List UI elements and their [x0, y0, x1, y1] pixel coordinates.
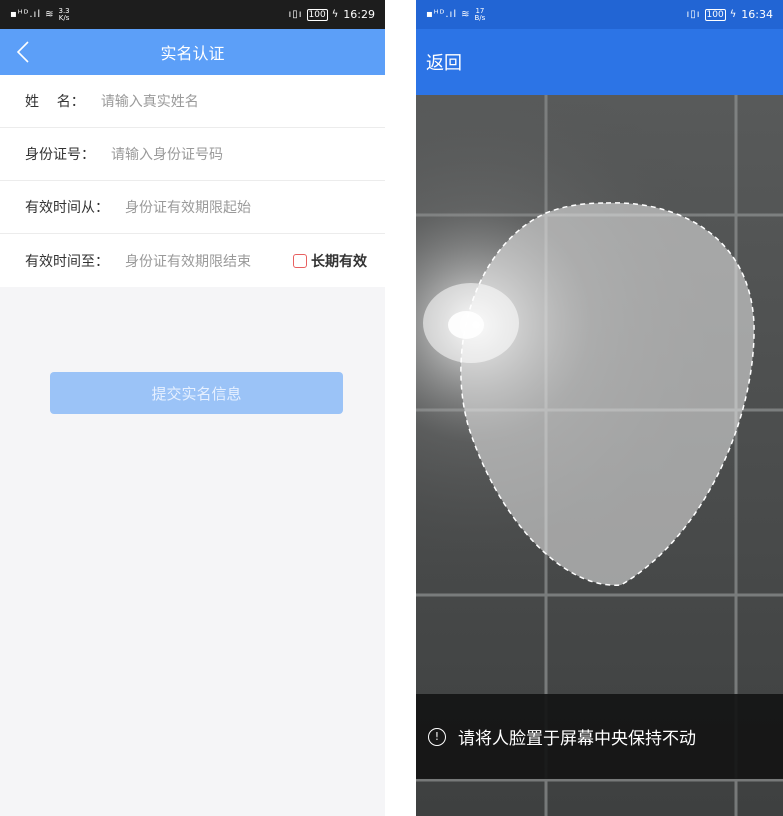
- charging-icon: ϟ: [331, 9, 340, 20]
- checkbox-icon[interactable]: [293, 253, 307, 268]
- hint-text: 请将人脸置于屏幕中央保持不动: [458, 729, 696, 749]
- id-number-input[interactable]: 请输入身份证号码: [111, 144, 223, 164]
- valid-from-input[interactable]: 身份证有效期限起始: [125, 197, 251, 217]
- identity-form: 姓 名： 请输入真实姓名 身份证号： 请输入身份证号码 有效时间从： 身份证有效…: [0, 75, 385, 287]
- valid-to-label: 有效时间至：: [25, 253, 109, 270]
- valid-to-field-row[interactable]: 有效时间至： 身份证有效期限结束 长期有效: [0, 234, 385, 287]
- submit-button[interactable]: 提交实名信息: [50, 372, 343, 414]
- net-speed: 3.3 K/s: [58, 6, 70, 22]
- back-button[interactable]: 返回: [426, 49, 462, 75]
- clock: 16:34: [741, 8, 773, 21]
- back-button[interactable]: [10, 37, 38, 67]
- app-header: 实名认证: [0, 29, 385, 75]
- wifi-icon: ≋: [461, 9, 471, 20]
- page-title: 实名认证: [160, 44, 225, 63]
- valid-from-field-row[interactable]: 有效时间从： 身份证有效期限起始: [0, 181, 385, 234]
- long-term-checkbox[interactable]: 长期有效: [293, 251, 367, 271]
- battery-indicator: 100: [704, 8, 726, 21]
- charging-icon: ϟ: [729, 9, 738, 20]
- vibrate-icon: ı▯ı: [686, 9, 701, 20]
- signal-icon: ▪ᴴᴰ.ıl: [426, 9, 458, 20]
- signal-icon: ▪ᴴᴰ.ıl: [10, 9, 42, 20]
- app-header: 返回: [416, 29, 783, 95]
- battery-indicator: 100: [306, 8, 328, 21]
- hint-bar: ! 请将人脸置于屏幕中央保持不动: [416, 694, 783, 779]
- vibrate-icon: ı▯ı: [288, 9, 303, 20]
- status-bar: ▪ᴴᴰ.ıl ≋ 17 B/s ı▯ı 100 ϟ 16:34: [416, 0, 783, 29]
- status-bar: ▪ᴴᴰ.ıl ≋ 3.3 K/s ı▯ı 100 ϟ 16:29: [0, 0, 385, 29]
- name-input[interactable]: 请输入真实姓名: [101, 91, 199, 111]
- clock: 16:29: [343, 8, 375, 21]
- face-capture-screen: ▪ᴴᴰ.ıl ≋ 17 B/s ı▯ı 100 ϟ 16:34 返回 ! 请将人…: [416, 0, 783, 816]
- chevron-left-icon: [16, 41, 29, 63]
- id-number-field-row[interactable]: 身份证号： 请输入身份证号码: [0, 128, 385, 181]
- net-speed: 17 B/s: [474, 6, 486, 22]
- id-number-label: 身份证号：: [25, 147, 95, 163]
- valid-from-label: 有效时间从：: [25, 200, 109, 216]
- info-icon: !: [428, 727, 446, 746]
- real-name-auth-screen: ▪ᴴᴰ.ıl ≋ 3.3 K/s ı▯ı 100 ϟ 16:29 实名认证 姓 …: [0, 0, 385, 816]
- wifi-icon: ≋: [45, 9, 55, 20]
- name-label: 姓 名：: [25, 94, 85, 110]
- long-term-label: 长期有效: [311, 253, 367, 270]
- valid-to-input[interactable]: 身份证有效期限结束: [125, 251, 251, 271]
- name-field-row[interactable]: 姓 名： 请输入真实姓名: [0, 75, 385, 128]
